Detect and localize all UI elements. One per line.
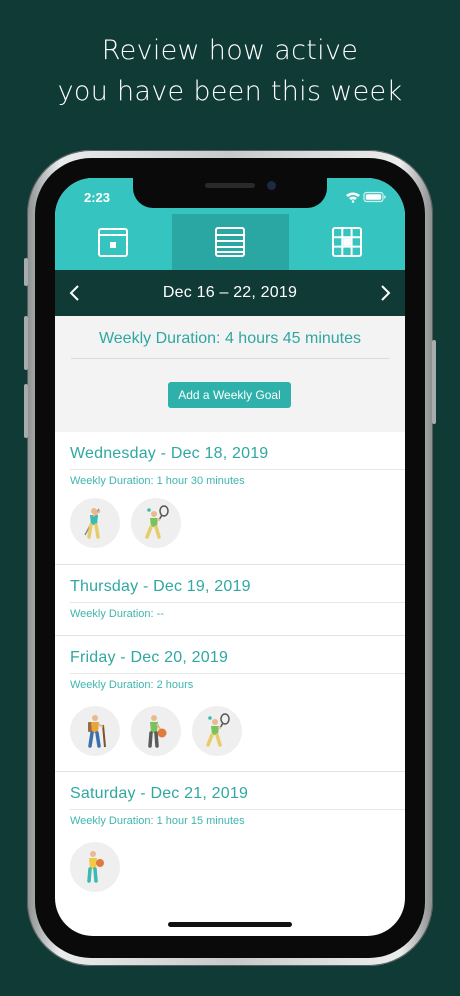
day-duration: Weekly Duration: 1 hour 30 minutes: [70, 475, 245, 487]
tab-month-view[interactable]: [289, 214, 405, 270]
day-section-thursday[interactable]: Thursday - Dec 19, 2019 Weekly Duration:…: [55, 565, 405, 636]
wifi-battery-icon: [346, 191, 386, 203]
phone-notch: [133, 178, 327, 208]
tennis-icon: [145, 505, 169, 539]
activity-basketball[interactable]: [70, 842, 120, 892]
day-duration: Weekly Duration: --: [70, 608, 164, 620]
marketing-headline: Review how active you have been this wee…: [0, 30, 460, 112]
volume-up-button: [24, 316, 28, 370]
activity-golf[interactable]: [70, 498, 120, 548]
golf-icon: [84, 508, 101, 539]
tab-day-view[interactable]: [55, 214, 172, 270]
front-camera: [267, 181, 276, 190]
calendar-day-icon: [98, 228, 128, 257]
list-icon: [215, 227, 245, 257]
activity-tennis[interactable]: [192, 706, 242, 756]
tennis-icon: [206, 713, 230, 747]
divider: [70, 469, 405, 470]
view-tab-bar: [55, 214, 405, 270]
divider: [70, 673, 405, 674]
app-screen: 2:23 Dec 16 – 22, 2019 Weekly Duration: …: [55, 178, 405, 936]
power-button: [432, 340, 436, 424]
day-section-wednesday[interactable]: Wednesday - Dec 18, 2019 Weekly Duration…: [55, 432, 405, 565]
day-title: Thursday - Dec 19, 2019: [70, 578, 251, 595]
weekly-duration-total: Weekly Duration: 4 hours 45 minutes: [71, 330, 389, 359]
calendar-grid-icon: [332, 227, 362, 257]
volume-down-button: [24, 384, 28, 438]
day-title: Friday - Dec 20, 2019: [70, 649, 229, 666]
day-title: Wednesday - Dec 18, 2019: [70, 445, 269, 462]
hiking-icon: [88, 715, 106, 748]
bowling-icon: [148, 715, 167, 748]
date-navigation-bar: Dec 16 – 22, 2019: [55, 270, 405, 316]
activity-tennis[interactable]: [131, 498, 181, 548]
day-duration: Weekly Duration: 2 hours: [70, 679, 194, 691]
earpiece-speaker: [205, 183, 255, 188]
divider: [70, 809, 405, 810]
divider: [70, 602, 405, 603]
status-time: 2:23: [84, 190, 111, 205]
headline-line-2: you have been this week: [57, 76, 403, 107]
day-section-saturday[interactable]: Saturday - Dec 21, 2019 Weekly Duration:…: [55, 772, 405, 912]
add-weekly-goal-button[interactable]: Add a Weekly Goal: [168, 382, 291, 408]
activity-hiking[interactable]: [70, 706, 120, 756]
basketball-icon: [87, 851, 104, 883]
day-title: Saturday - Dec 21, 2019: [70, 785, 249, 802]
next-week-button[interactable]: [375, 283, 395, 303]
weekly-summary: Weekly Duration: 4 hours 45 minutes Add …: [55, 316, 405, 432]
headline-line-1: Review how active: [101, 35, 359, 66]
day-duration: Weekly Duration: 1 hour 15 minutes: [70, 815, 245, 827]
home-indicator[interactable]: [168, 922, 292, 927]
day-section-friday[interactable]: Friday - Dec 20, 2019 Weekly Duration: 2…: [55, 636, 405, 772]
tab-list-view[interactable]: [172, 214, 289, 270]
week-date-range: Dec 16 – 22, 2019: [162, 284, 298, 301]
mute-switch: [24, 258, 28, 286]
activity-bowling[interactable]: [131, 706, 181, 756]
